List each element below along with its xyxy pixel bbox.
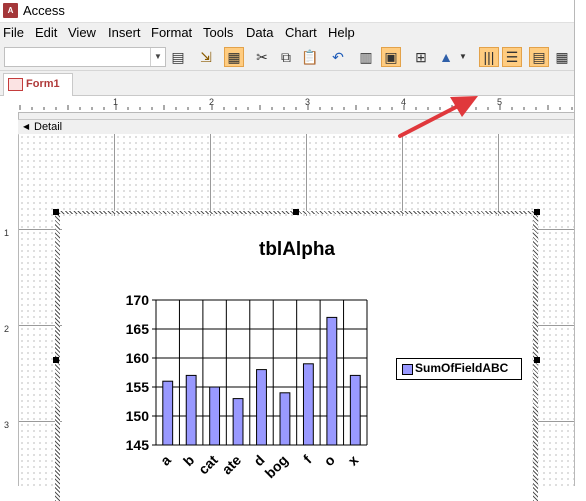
y-tick-label: 170	[126, 294, 150, 308]
x-tick-label: f	[300, 452, 315, 467]
section-arrow-icon: ◀	[23, 122, 30, 131]
title-bar: A Access	[0, 0, 574, 23]
access-app-icon[interactable]: A	[3, 3, 18, 18]
copy-icon[interactable]: ⧉	[276, 47, 296, 67]
view-chart-icon[interactable]: ▣	[381, 47, 401, 67]
chart-type-icon[interactable]: ▲	[436, 47, 456, 67]
menu-chart[interactable]: Chart	[285, 25, 317, 40]
by-column-icon[interactable]: ☰	[502, 47, 522, 67]
tab-form1[interactable]: Form1	[3, 73, 73, 96]
x-tick-label: a	[157, 452, 174, 469]
ruler-mark: 2	[209, 97, 215, 107]
y-tick-label: 165	[126, 321, 150, 337]
undo-icon[interactable]: ↶	[328, 47, 348, 67]
data-table-icon[interactable]: ▦	[552, 47, 572, 67]
ruler-mark: 3	[305, 97, 311, 107]
properties-icon[interactable]: ▤	[168, 47, 188, 67]
menu-edit[interactable]: Edit	[35, 25, 57, 40]
y-tick-label: 160	[126, 350, 150, 366]
vruler-mark: 2	[4, 324, 10, 334]
chart-type-dropdown-icon[interactable]: ▼	[458, 47, 468, 67]
chart-legend[interactable]: SumOfFieldABC	[396, 358, 522, 380]
document-tab-strip: Form1	[0, 71, 574, 96]
menu-bar: File Edit View Insert Format Tools Data …	[0, 23, 574, 43]
y-tick-label: 155	[126, 379, 150, 395]
resize-handle-top[interactable]	[293, 209, 299, 215]
bar	[279, 392, 291, 446]
menu-insert[interactable]: Insert	[108, 25, 141, 40]
window-title: Access	[23, 3, 65, 18]
bar	[302, 363, 314, 446]
menu-format[interactable]: Format	[151, 25, 192, 40]
bar	[162, 380, 174, 446]
chart-area[interactable]: tblAlpha 145 150 155 160 165 170 a b cat ate d bog f…	[62, 216, 532, 496]
x-tick-label: x	[345, 452, 362, 469]
datasheet-icon[interactable]: ▦	[224, 47, 244, 67]
ruler-corner[interactable]	[0, 96, 19, 113]
menu-view[interactable]: View	[68, 25, 96, 40]
by-row-icon[interactable]: |||	[479, 47, 499, 67]
x-tick-label: ate	[219, 452, 245, 478]
menu-data[interactable]: Data	[246, 25, 273, 40]
frame-hatch-right	[533, 211, 538, 501]
bar	[209, 386, 221, 446]
paste-icon[interactable]: 📋	[300, 47, 320, 67]
horizontal-ruler[interactable]: 1 2 3 4 5	[18, 96, 574, 113]
cut-icon[interactable]: ✂	[252, 47, 272, 67]
ruler-mark: 1	[113, 97, 119, 107]
view-datasheet-icon[interactable]: ▥	[356, 47, 376, 67]
x-tick-label: o	[321, 452, 338, 469]
vertical-ruler[interactable]: 1 2 3	[0, 112, 19, 486]
x-tick-label: bog	[262, 452, 291, 481]
form-icon	[8, 78, 23, 91]
tab-form1-label: Form1	[26, 78, 60, 90]
table-icon[interactable]: ⊞	[411, 47, 431, 67]
y-tick-label: 150	[126, 408, 150, 424]
frame-hatch-left	[55, 211, 60, 501]
resize-handle-top-right[interactable]	[534, 209, 540, 215]
bar	[349, 374, 361, 446]
legend-icon[interactable]: ▤	[529, 47, 549, 67]
resize-handle-right[interactable]	[534, 357, 540, 363]
legend-label: SumOfFieldABC	[415, 361, 509, 375]
menu-help[interactable]: Help	[328, 25, 355, 40]
detail-section-label: Detail	[34, 121, 63, 133]
ruler-mark: 5	[497, 97, 503, 107]
bar	[256, 369, 267, 446]
chevron-down-icon[interactable]: ▼	[150, 48, 165, 66]
x-tick-label: cat	[195, 452, 221, 478]
import-icon[interactable]: ⇲	[196, 47, 216, 67]
detail-section-bar[interactable]: ◀ Detail	[18, 119, 574, 135]
y-tick-label: 145	[126, 437, 150, 453]
plot-area[interactable]: 145150155160165170a bcatate dbog f o x	[120, 294, 390, 494]
bar	[326, 316, 338, 446]
legend-swatch	[402, 364, 413, 375]
chart-title[interactable]: tblAlpha	[62, 239, 532, 261]
chart-object-select[interactable]: ▼	[4, 47, 166, 67]
bar	[232, 398, 244, 446]
menu-file[interactable]: File	[3, 25, 24, 40]
menu-tools[interactable]: Tools	[203, 25, 233, 40]
vruler-mark: 1	[4, 228, 10, 238]
resize-handle-left[interactable]	[53, 357, 59, 363]
bar	[185, 374, 197, 446]
vruler-mark: 3	[4, 420, 10, 430]
ruler-mark: 4	[401, 97, 407, 107]
chart-toolbar: ▼ ▤ ⇲ ▦ ✂ ⧉ 📋 ↶ ▥ ▣ ⊞ ▲ ▼ ||| ☰ ▤ ▦	[0, 44, 574, 71]
ruler-ticks	[19, 105, 573, 110]
resize-handle-top-left[interactable]	[53, 209, 59, 215]
